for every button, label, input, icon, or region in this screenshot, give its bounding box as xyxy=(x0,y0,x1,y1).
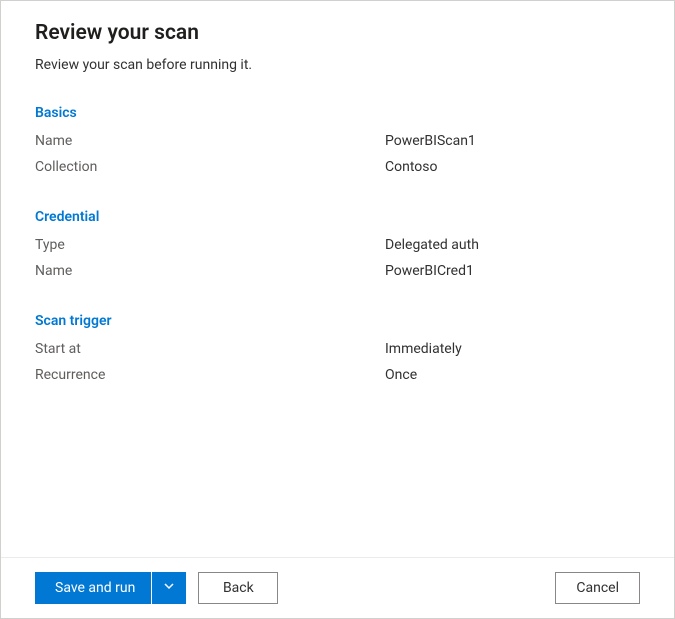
field-value-type: Delegated auth xyxy=(385,237,479,253)
field-label-recurrence: Recurrence xyxy=(35,367,385,383)
review-scan-panel: Review your scan Review your scan before… xyxy=(0,0,675,619)
section-credential: Credential Type Delegated auth Name Powe… xyxy=(35,209,640,279)
section-credential-heading: Credential xyxy=(35,209,640,225)
footer: Save and run Back Cancel xyxy=(1,557,674,618)
field-value-collection: Contoso xyxy=(385,159,437,175)
review-scan-content: Review your scan Review your scan before… xyxy=(1,1,674,557)
field-label-collection: Collection xyxy=(35,159,385,175)
field-row: Name PowerBIScan1 xyxy=(35,133,640,149)
field-label-name: Name xyxy=(35,133,385,149)
save-and-run-split-button: Save and run xyxy=(35,572,186,604)
save-and-run-label: Save and run xyxy=(55,580,135,596)
page-title: Review your scan xyxy=(35,21,640,45)
section-basics-heading: Basics xyxy=(35,105,640,121)
section-scan-trigger: Scan trigger Start at Immediately Recurr… xyxy=(35,313,640,383)
field-value-recurrence: Once xyxy=(385,367,417,383)
field-row: Collection Contoso xyxy=(35,159,640,175)
field-label-type: Type xyxy=(35,237,385,253)
chevron-down-icon xyxy=(163,580,175,596)
page-subtitle: Review your scan before running it. xyxy=(35,57,640,73)
field-row: Start at Immediately xyxy=(35,341,640,357)
section-basics: Basics Name PowerBIScan1 Collection Cont… xyxy=(35,105,640,175)
section-scan-trigger-heading: Scan trigger xyxy=(35,313,640,329)
field-row: Name PowerBICred1 xyxy=(35,263,640,279)
save-and-run-button[interactable]: Save and run xyxy=(35,572,151,604)
field-row: Type Delegated auth xyxy=(35,237,640,253)
field-label-cred-name: Name xyxy=(35,263,385,279)
field-value-start: Immediately xyxy=(385,341,462,357)
cancel-button[interactable]: Cancel xyxy=(555,572,640,604)
field-row: Recurrence Once xyxy=(35,367,640,383)
field-label-start: Start at xyxy=(35,341,385,357)
back-button[interactable]: Back xyxy=(198,572,278,604)
field-value-name: PowerBIScan1 xyxy=(385,133,476,149)
field-value-cred-name: PowerBICred1 xyxy=(385,263,474,279)
save-and-run-dropdown-button[interactable] xyxy=(152,572,186,604)
